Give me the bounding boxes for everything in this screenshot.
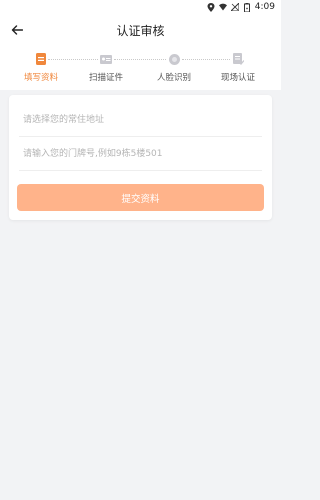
step-face-recognition: 人脸识别 bbox=[144, 53, 204, 83]
wifi-icon bbox=[218, 3, 227, 11]
step-label: 现场认证 bbox=[220, 73, 255, 83]
submit-button[interactable]: 提交资料 bbox=[17, 184, 264, 211]
status-time: 4:09 bbox=[254, 2, 275, 12]
step-label: 人脸识别 bbox=[156, 73, 191, 83]
back-button[interactable] bbox=[8, 21, 26, 39]
face-icon bbox=[168, 53, 180, 65]
top-bar: 认证审核 bbox=[0, 14, 281, 46]
id-card-icon bbox=[100, 53, 112, 65]
info-form-card: 提交资料 bbox=[9, 95, 272, 220]
step-label: 填写资料 bbox=[23, 73, 58, 83]
signal-off-icon bbox=[230, 3, 239, 11]
step-label: 扫描证件 bbox=[88, 73, 123, 83]
address-select-field[interactable] bbox=[19, 103, 262, 137]
status-bar: 4:09 bbox=[0, 0, 281, 14]
location-icon bbox=[207, 2, 215, 12]
battery-icon bbox=[243, 2, 251, 12]
door-number-input[interactable] bbox=[19, 137, 262, 171]
checklist-icon bbox=[232, 53, 244, 65]
document-icon bbox=[35, 53, 47, 65]
page-title: 认证审核 bbox=[116, 23, 165, 38]
step-fill-info: 填写资料 bbox=[11, 53, 71, 83]
arrow-left-icon bbox=[11, 25, 23, 35]
step-scan-id: 扫描证件 bbox=[76, 53, 136, 83]
progress-stepper: 填写资料 扫描证件 人脸识别 现场认证 bbox=[0, 46, 281, 90]
step-onsite-verification: 现场认证 bbox=[208, 53, 268, 83]
